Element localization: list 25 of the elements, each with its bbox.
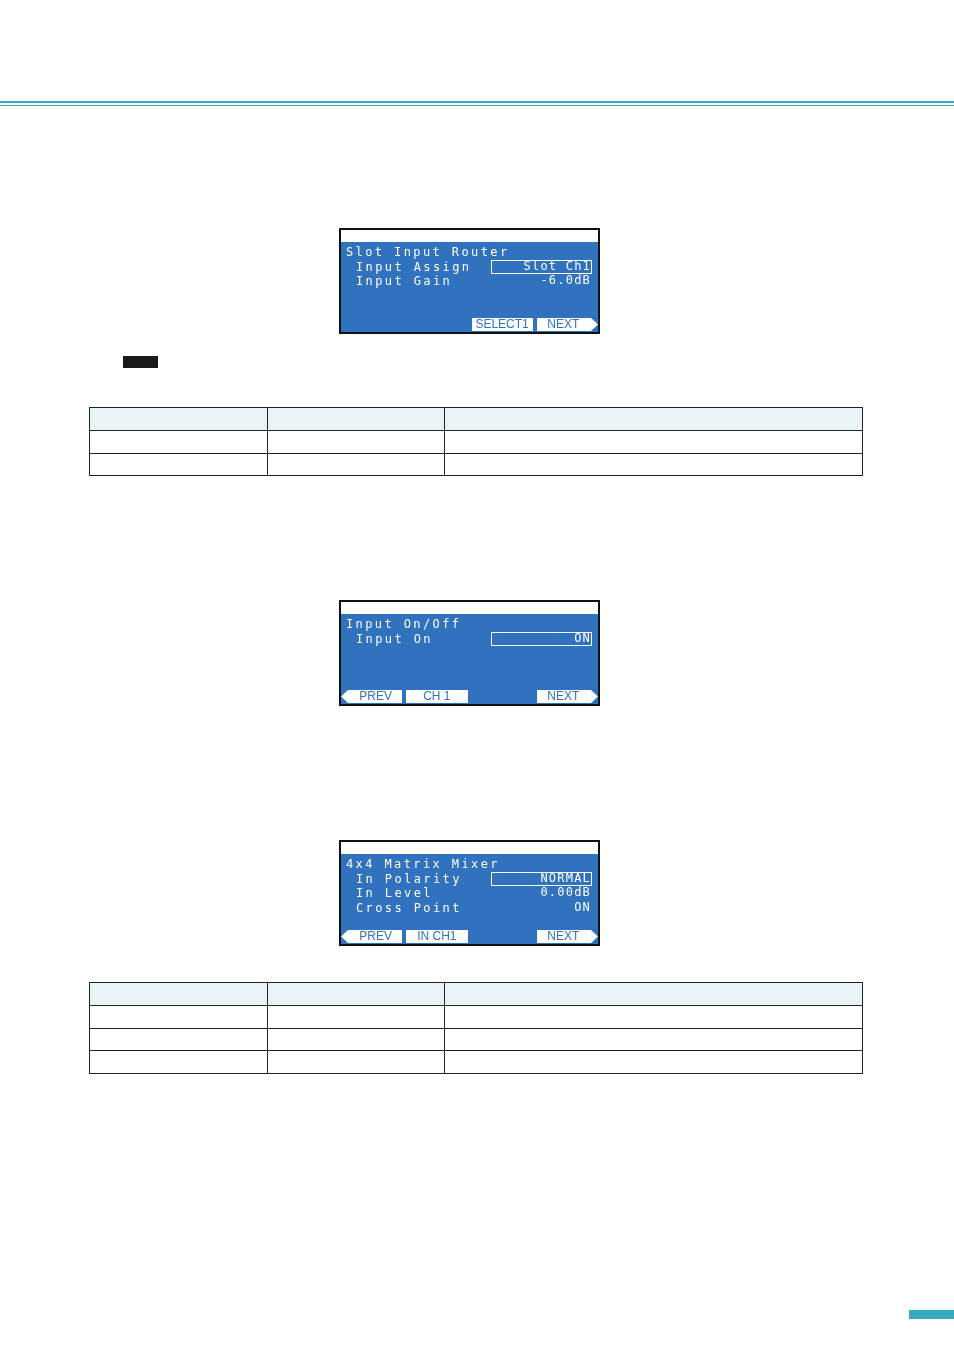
param-value: Slot Ch1 [491,259,592,274]
param-value: ON [573,900,592,915]
param-label: In Polarity [356,871,462,887]
lcd-title: Slot Input Router [345,245,510,260]
softkey-button[interactable]: SELECT1 [471,318,533,331]
param-label: Cross Point [356,900,462,916]
param-label: In Level [356,886,433,901]
softkey-button[interactable]: CH 1 [406,690,468,703]
param-value: -6.0dB [539,274,592,289]
next-softkey[interactable]: NEXT [536,930,598,943]
next-softkey[interactable]: NEXT [536,318,598,331]
param-value: 0.00dB [539,886,592,901]
softkey-button[interactable]: IN CH1 [406,930,468,943]
next-softkey[interactable]: NEXT [536,690,598,703]
param-label: Input Assign [356,259,472,275]
param-value: ON [491,631,592,646]
prev-softkey[interactable]: PREV [341,930,403,943]
lcd-title: 4x4 Matrix Mixer [345,857,500,872]
param-label: Input Gain [356,274,453,289]
prev-softkey[interactable]: PREV [341,690,403,703]
lcd-title: Input On/Off [345,617,462,632]
param-label: Input On [356,631,433,647]
edge-marker [909,1310,954,1319]
label-tag [123,356,158,368]
param-value: NORMAL [491,871,592,886]
